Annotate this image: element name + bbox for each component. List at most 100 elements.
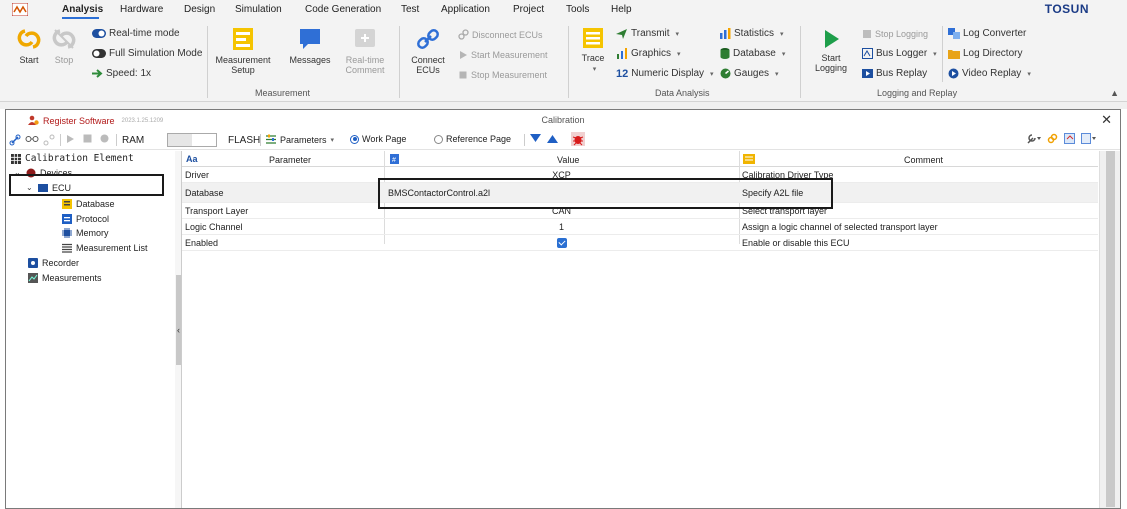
stop-measurement-button[interactable]: Stop Measurement [458,68,547,81]
realtime-comment-button[interactable]: Real-time Comment [342,26,388,75]
header-value[interactable]: # Value [384,151,739,167]
start-measurement-button[interactable]: Start Measurement [458,48,548,61]
record-icon[interactable] [100,134,109,143]
table-row[interactable]: Enabled Enable or disable this ECU [182,235,1098,251]
transmit-button[interactable]: Transmit ▾ [616,27,679,40]
log-directory-button[interactable]: Log Directory [948,47,1022,60]
statistics-button[interactable]: Statistics ▾ [720,27,784,40]
trace-button[interactable]: Trace ▾ [576,26,610,75]
menu-project[interactable]: Project [513,4,544,15]
menu-test[interactable]: Test [401,4,419,15]
grid-scrollbar[interactable] [1099,151,1120,508]
close-window-icon[interactable]: ✕ [1101,112,1112,128]
cell-value[interactable]: 1 [384,219,739,235]
menu-help[interactable]: Help [611,4,632,15]
reference-page-radio[interactable]: Reference Page [434,134,511,144]
calibration-grid-icon [11,153,21,164]
toggle-on-icon [92,29,106,38]
cell-value-checkbox[interactable] [384,235,739,251]
toolbar-right-icons [1027,133,1096,147]
start-logging-button[interactable]: Start Logging [810,28,852,73]
download-icon[interactable] [530,134,541,143]
checkbox-checked-icon[interactable] [556,238,567,248]
messages-icon [300,29,320,49]
tree-item-measurement-list[interactable]: Measurement List [62,241,148,254]
disconnect-link-icon[interactable] [43,134,55,146]
window-title-bar: Register Software 2023.1.25.1209 Calibra… [6,110,1120,130]
realtime-mode-label: Real-time mode [109,28,180,39]
start-button[interactable]: Start [14,26,44,65]
log-directory-label: Log Directory [963,48,1023,59]
menu-tools[interactable]: Tools [566,4,589,15]
database-button[interactable]: Database ▾ [720,47,785,60]
tools-icon[interactable] [1027,133,1041,147]
numeric-display-button[interactable]: 12 Numeric Display ▾ [616,67,714,80]
tree-item-database[interactable]: Database [62,197,115,210]
stop-icon[interactable] [83,134,92,143]
speed-selector[interactable]: Speed: 1x [92,67,151,80]
menu-bar: Analysis Hardware Design Simulation Code… [0,0,1127,20]
logging-group-label: Logging and Replay [877,88,958,98]
header-comment[interactable]: Comment [739,151,1098,167]
bus-logger-icon [862,48,873,59]
messages-button[interactable]: Messages [287,26,333,65]
menu-application[interactable]: Application [441,4,490,15]
toolbar-separator [60,134,61,146]
connect-link-icon[interactable] [9,134,21,146]
tree-item-measurements-label: Measurements [42,272,102,283]
upload-icon[interactable] [547,134,558,143]
ram-flash-toggle[interactable] [167,133,217,147]
settings-dropdown-icon[interactable] [1081,133,1096,147]
connect-ecus-label-2: ECUs [416,65,440,75]
recorder-icon [28,257,38,268]
realtime-comment-label-2: Comment [345,65,385,75]
group-separator [207,26,208,98]
tree-item-recorder[interactable]: Recorder [28,256,79,269]
table-row[interactable]: Logic Channel 1 Assign a logic channel o… [182,219,1098,235]
stop-logging-label: Stop Logging [875,28,929,39]
video-replay-label: Video Replay [962,68,1022,79]
parameters-dropdown[interactable]: Parameters ▾ [265,134,334,145]
video-replay-dropdown-icon: ▾ [1027,70,1031,78]
log-converter-button[interactable]: Log Converter [948,27,1026,40]
video-replay-button[interactable]: Video Replay ▾ [948,67,1031,80]
tree-item-memory[interactable]: Memory [62,226,109,239]
menu-hardware[interactable]: Hardware [120,4,163,15]
menu-simulation[interactable]: Simulation [235,4,282,15]
connect-ecus-button[interactable]: Connect ECUs [405,26,451,75]
toolbar-separator [260,134,261,146]
tree-root-calibration-element[interactable]: Calibration Element [11,152,134,165]
statistics-label: Statistics [734,28,775,39]
bus-replay-button[interactable]: Bus Replay [862,67,927,80]
stop-logging-button[interactable]: Stop Logging [862,27,928,40]
bug-icon[interactable] [571,132,585,146]
link-orange-icon[interactable] [1047,133,1058,147]
bus-logger-button[interactable]: Bus Logger ▾ [862,47,937,60]
graphics-button[interactable]: Graphics ▾ [616,47,681,60]
full-simulation-toggle[interactable]: Full Simulation Mode [92,47,202,60]
stop-button[interactable]: Stop [49,26,79,65]
log-converter-label: Log Converter [963,28,1027,39]
glasses-icon[interactable] [25,134,39,144]
reference-page-label: Reference Page [446,134,512,144]
collapse-ribbon-icon[interactable]: ▲ [1110,88,1119,98]
grid-scroll-thumb[interactable] [1106,151,1115,507]
export-icon[interactable] [1064,133,1075,147]
bus-logger-dropdown-icon: ▾ [933,50,937,58]
disconnect-ecus-button[interactable]: Disconnect ECUs [458,28,543,41]
work-page-radio[interactable]: Work Page [350,134,406,144]
play-icon[interactable] [66,134,75,144]
menu-analysis[interactable]: Analysis [62,4,103,15]
trace-icon [583,28,603,48]
header-parameter[interactable]: Aa Parameter [182,151,384,167]
tree-item-protocol[interactable]: Protocol [62,212,109,225]
collapse-panel-icon[interactable]: ‹ [177,325,180,335]
app-logo-icon[interactable] [12,3,28,16]
stop-chain-icon [52,29,76,49]
gauges-button[interactable]: Gauges ▾ [720,67,779,80]
menu-code-generation[interactable]: Code Generation [305,4,381,15]
realtime-mode-toggle[interactable]: Real-time mode [92,27,180,40]
measurement-setup-button[interactable]: Measurement Setup [212,26,274,75]
tree-item-measurements[interactable]: Measurements [28,271,102,284]
menu-design[interactable]: Design [184,4,215,15]
